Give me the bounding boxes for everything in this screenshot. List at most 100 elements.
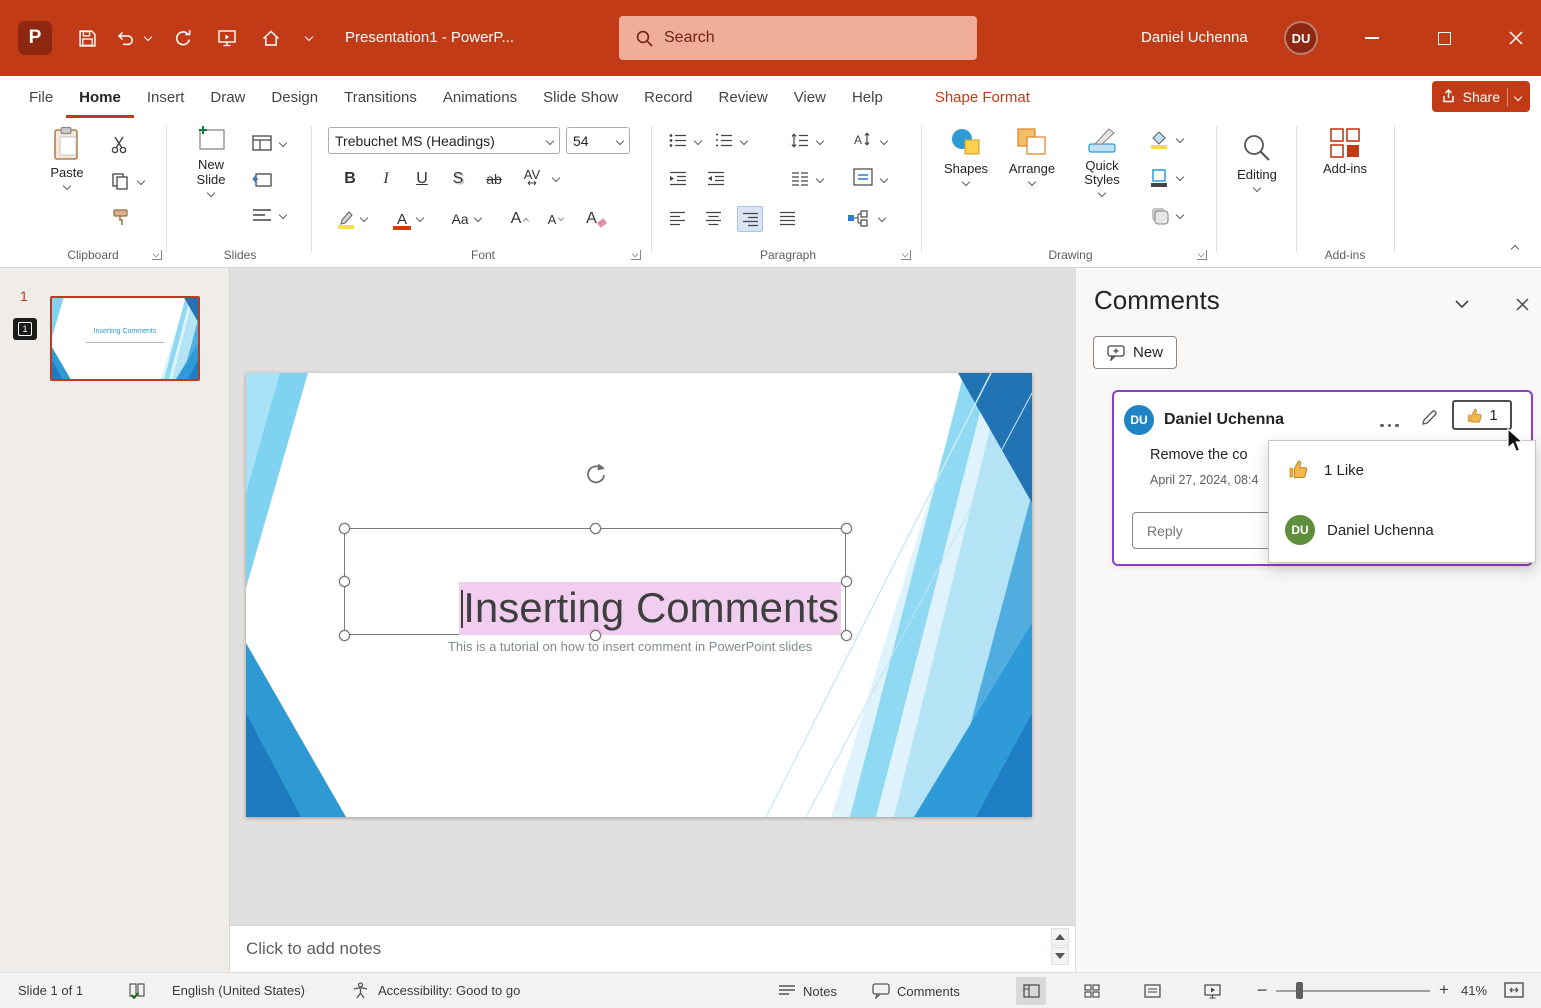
bullets-chevron[interactable] — [693, 136, 703, 146]
selection-handle-ne[interactable] — [841, 523, 852, 534]
zoom-level[interactable]: 41% — [1461, 983, 1487, 998]
format-painter-button[interactable] — [108, 206, 132, 228]
layout-dropdown-chevron[interactable] — [278, 138, 288, 148]
font-name-chevron[interactable] — [545, 136, 555, 145]
arrange-chevron[interactable] — [1027, 177, 1037, 187]
redo-button[interactable] — [168, 23, 198, 53]
start-from-beginning-button[interactable] — [212, 23, 242, 53]
numbering-chevron[interactable] — [739, 136, 749, 146]
quick-styles-button[interactable]: Quick Styles — [1071, 126, 1133, 198]
reset-button[interactable] — [250, 168, 274, 190]
text-highlight-chevron[interactable] — [359, 213, 369, 223]
cut-button[interactable] — [108, 134, 132, 156]
scroll-up-button[interactable] — [1051, 928, 1069, 946]
reading-view-button[interactable] — [1137, 977, 1167, 1005]
user-avatar[interactable]: DU — [1284, 21, 1318, 55]
selection-handle-e[interactable] — [841, 576, 852, 587]
columns-button[interactable] — [789, 168, 811, 188]
paste-button[interactable]: Paste — [36, 126, 98, 191]
save-button[interactable] — [72, 23, 102, 53]
selection-handle-w[interactable] — [339, 576, 350, 587]
font-name-combobox[interactable]: Trebuchet MS (Headings) — [328, 127, 560, 154]
align-text-chevron[interactable] — [879, 174, 889, 184]
bullets-button[interactable] — [667, 130, 689, 150]
search-box[interactable]: Search — [619, 16, 977, 60]
shape-fill-button[interactable] — [1147, 128, 1171, 150]
tab-help[interactable]: Help — [839, 76, 896, 118]
text-direction-button[interactable]: A — [851, 128, 875, 150]
character-spacing-chevron[interactable] — [551, 173, 561, 183]
edit-comment-button[interactable] — [1416, 404, 1442, 430]
font-size-chevron[interactable] — [615, 136, 625, 145]
copy-button[interactable] — [108, 170, 132, 192]
shape-effects-button[interactable] — [1147, 204, 1171, 226]
character-spacing-button[interactable]: AV — [519, 164, 545, 190]
selection-handle-n[interactable] — [590, 523, 601, 534]
columns-chevron[interactable] — [815, 174, 825, 184]
tab-file[interactable]: File — [16, 76, 66, 118]
collapse-ribbon-chevron[interactable] — [1510, 244, 1520, 254]
slide-title-text[interactable]: Inserting Comments — [344, 582, 841, 635]
font-size-combobox[interactable]: 54 — [566, 127, 630, 154]
copy-dropdown-chevron[interactable] — [136, 176, 146, 186]
italic-button[interactable]: I — [373, 166, 399, 192]
like-comment-button[interactable]: 1 — [1452, 400, 1512, 430]
more-thread-actions-button[interactable] — [1378, 414, 1401, 432]
notes-area[interactable]: Click to add notes — [230, 925, 1075, 972]
bold-button[interactable]: B — [337, 166, 363, 192]
layout-button[interactable] — [250, 132, 274, 154]
slideshow-view-button[interactable] — [1197, 977, 1227, 1005]
normal-view-button[interactable] — [1016, 977, 1046, 1005]
shape-fill-chevron[interactable] — [1175, 134, 1185, 144]
accessibility-status[interactable]: Accessibility: Good to go — [378, 983, 520, 998]
undo-dropdown-chevron[interactable] — [143, 32, 153, 42]
paste-dropdown-chevron[interactable] — [62, 181, 72, 191]
fit-slide-to-window-button[interactable] — [1504, 981, 1524, 1002]
close-window-button[interactable] — [1493, 15, 1539, 61]
convert-to-smartart-button[interactable] — [845, 206, 871, 230]
tab-review[interactable]: Review — [706, 76, 781, 118]
font-color-chevron[interactable] — [415, 213, 425, 223]
section-dropdown-chevron[interactable] — [278, 210, 288, 220]
zoom-slider-thumb[interactable] — [1296, 982, 1303, 999]
addins-button[interactable]: Add-ins — [1316, 126, 1374, 176]
justify-button[interactable] — [775, 206, 799, 230]
paragraph-dialog-launcher[interactable] — [901, 250, 911, 260]
strikethrough-button[interactable]: ab — [481, 166, 507, 192]
slide-subtitle-text[interactable]: This is a tutorial on how to insert comm… — [370, 639, 890, 654]
tab-shape-format[interactable]: Shape Format — [922, 76, 1043, 118]
tab-transitions[interactable]: Transitions — [331, 76, 430, 118]
shape-effects-chevron[interactable] — [1175, 210, 1185, 220]
tab-design[interactable]: Design — [258, 76, 331, 118]
shape-outline-chevron[interactable] — [1175, 172, 1185, 182]
minimize-button[interactable] — [1349, 15, 1395, 61]
slide-sorter-view-button[interactable] — [1077, 977, 1107, 1005]
scroll-down-button[interactable] — [1051, 947, 1069, 965]
align-text-button[interactable] — [851, 166, 875, 188]
tab-record[interactable]: Record — [631, 76, 705, 118]
shapes-button[interactable]: Shapes — [937, 126, 995, 187]
font-color-button[interactable]: A — [389, 206, 415, 232]
selection-handle-sw[interactable] — [339, 630, 350, 641]
text-highlight-button[interactable] — [333, 206, 359, 232]
line-spacing-chevron[interactable] — [815, 136, 825, 146]
selection-handle-nw[interactable] — [339, 523, 350, 534]
notes-toggle-button[interactable]: Notes — [778, 979, 837, 1003]
tab-animations[interactable]: Animations — [430, 76, 530, 118]
section-button[interactable] — [250, 204, 274, 226]
spell-check-button[interactable] — [128, 982, 146, 1002]
zoom-in-button[interactable]: + — [1432, 978, 1456, 1002]
comments-toggle-button[interactable]: Comments — [872, 979, 960, 1003]
share-button[interactable]: Share — [1431, 81, 1530, 112]
selection-handle-se[interactable] — [841, 630, 852, 641]
share-dropdown-chevron[interactable] — [1513, 92, 1523, 101]
accessibility-checker-button[interactable] — [352, 982, 369, 1002]
align-center-button[interactable] — [701, 206, 725, 230]
smartart-chevron[interactable] — [877, 213, 887, 223]
increase-indent-button[interactable] — [705, 168, 727, 188]
tab-home[interactable]: Home — [66, 76, 134, 118]
language-status[interactable]: English (United States) — [172, 983, 305, 998]
tab-draw[interactable]: Draw — [197, 76, 258, 118]
customize-qat-chevron[interactable] — [304, 32, 314, 42]
collapse-pane-button[interactable] — [1450, 292, 1474, 316]
